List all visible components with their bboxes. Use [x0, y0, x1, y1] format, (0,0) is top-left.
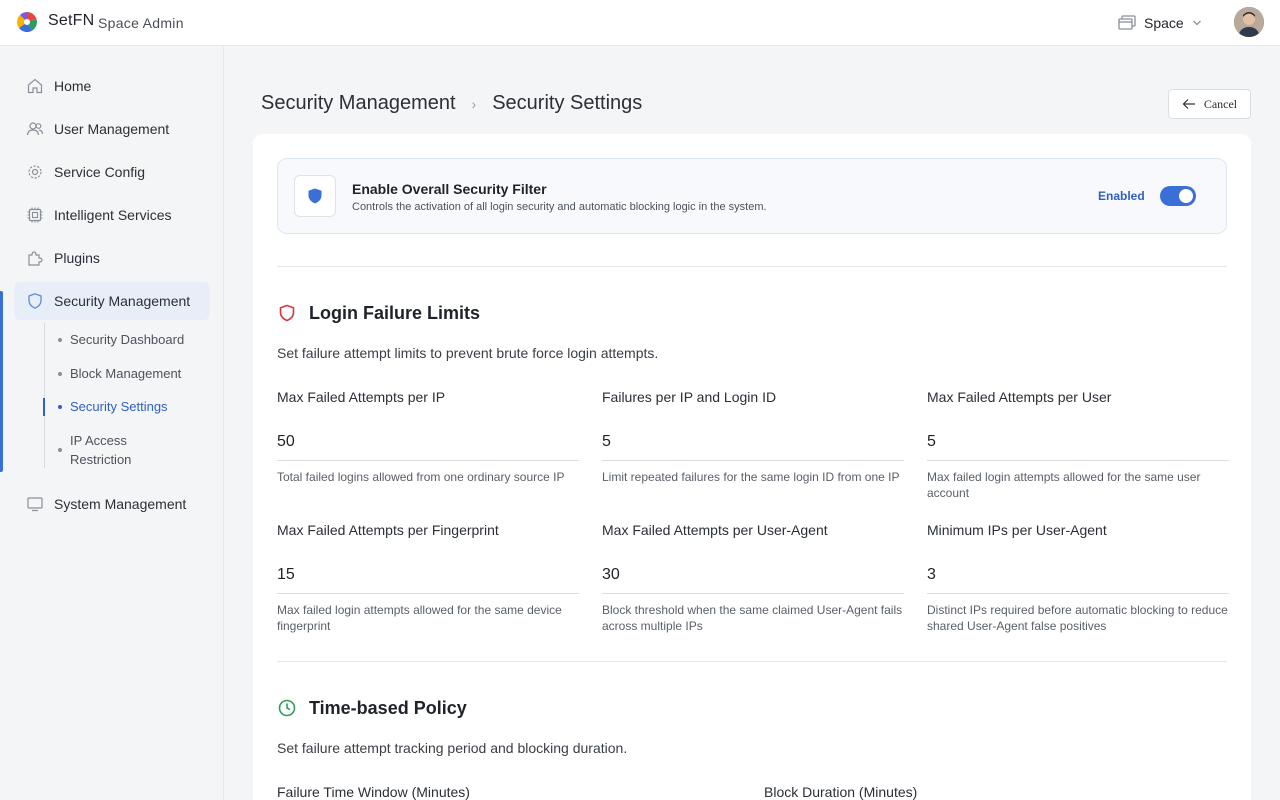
submenu-item-security-settings[interactable]: Security Settings [58, 397, 168, 416]
sidebar-item-system-management[interactable]: System Management [14, 485, 210, 523]
home-icon [27, 78, 43, 94]
setfn-logo-icon[interactable] [16, 11, 38, 33]
users-icon [26, 122, 44, 136]
max-failed-per-user-agent-input[interactable] [602, 556, 904, 594]
field-label: Block Duration (Minutes) [764, 784, 918, 800]
submenu-active-marker [43, 398, 45, 416]
field-label: Minimum IPs per User-Agent [927, 522, 1107, 538]
field-help: Max failed login attempts allowed for th… [927, 470, 1201, 500]
space-switcher[interactable]: Space [1118, 12, 1202, 34]
sidebar-item-label: Intelligent Services [54, 207, 172, 223]
section-divider [277, 661, 1227, 662]
clock-icon [278, 699, 296, 717]
shield-outline-icon [279, 304, 295, 322]
min-ips-per-user-agent-input[interactable] [927, 556, 1229, 594]
submenu-guide-line [44, 323, 45, 468]
field-label: Max Failed Attempts per User-Agent [602, 522, 828, 538]
filter-shield-tile [294, 175, 336, 217]
field-help: Distinct IPs required before automatic b… [927, 603, 1228, 633]
login-limits-title: Login Failure Limits [309, 303, 481, 323]
settings-card: Enable Overall Security Filter Controls … [253, 134, 1251, 800]
field-max-failed-per-user: Max Failed Attempts per User Max failed … [927, 387, 1229, 501]
filter-description: Controls the activation of all login sec… [352, 201, 767, 213]
sidebar-item-label: Plugins [54, 250, 100, 266]
sidebar-item-label: System Management [54, 496, 187, 512]
submenu-item-label: Security Settings [70, 399, 168, 414]
gear-icon [28, 165, 42, 179]
field-help: Limit repeated failures for the same log… [602, 470, 900, 484]
sidebar-item-label: Security Management [54, 293, 191, 309]
breadcrumb-parent[interactable]: Security Management [261, 92, 456, 115]
section-divider [277, 266, 1227, 267]
arrow-left-icon [1182, 99, 1195, 109]
field-max-failed-per-fingerprint: Max Failed Attempts per Fingerprint Max … [277, 520, 579, 634]
max-failed-per-ip-input[interactable] [277, 423, 579, 461]
sidebar-item-label: User Management [54, 121, 170, 137]
filter-status-label: Enabled [1098, 189, 1145, 203]
sidebar-item-plugins[interactable]: Plugins [14, 239, 210, 277]
bullet-dot [58, 372, 62, 376]
field-label: Max Failed Attempts per Fingerprint [277, 522, 499, 538]
time-policy-title: Time-based Policy [309, 698, 467, 718]
bullet-dot [58, 448, 62, 452]
field-help: Total failed logins allowed from one ord… [277, 470, 565, 484]
sidebar-item-label: Home [54, 78, 92, 94]
top-bar: SetFN Space Admin Space [0, 0, 1280, 46]
submenu-item-block-management[interactable]: Block Management [58, 364, 181, 383]
shield-filled-icon [308, 188, 322, 204]
active-section-indicator [0, 291, 3, 472]
sidebar-item-home[interactable]: Home [14, 67, 210, 105]
field-max-failed-per-ip: Max Failed Attempts per IP Total failed … [277, 387, 579, 485]
field-help: Max failed login attempts allowed for th… [277, 603, 562, 633]
cancel-button[interactable]: Cancel [1168, 89, 1251, 119]
user-avatar[interactable] [1234, 7, 1264, 37]
submenu-item-ip-access-restriction[interactable]: IP Access Restriction [58, 431, 158, 469]
sidebar-item-label: Service Config [54, 164, 146, 180]
toggle-knob [1179, 189, 1193, 203]
monitor-icon [27, 497, 43, 512]
breadcrumb-chevron-icon: › [471, 95, 477, 112]
submenu-item-label: Block Management [70, 366, 182, 381]
submenu-item-security-dashboard[interactable]: Security Dashboard [58, 330, 184, 349]
avatar-portrait-icon [1234, 7, 1264, 37]
window-stack-icon [1118, 15, 1136, 30]
sidebar-item-intelligent-services[interactable]: Intelligent Services [14, 196, 210, 234]
field-failure-time-window: Failure Time Window (Minutes) [277, 782, 737, 800]
security-filter-panel: Enable Overall Security Filter Controls … [277, 158, 1227, 234]
brand-name: SetFN [48, 12, 95, 29]
sidebar-item-security-management[interactable]: Security Management [14, 282, 210, 320]
max-failed-per-user-input[interactable] [927, 423, 1229, 461]
breadcrumb-current: Security Settings [492, 92, 643, 114]
failures-per-ip-login-id-input[interactable] [602, 423, 904, 461]
field-failures-per-ip-login-id: Failures per IP and Login ID Limit repea… [602, 387, 904, 485]
submenu-item-label: IP Access Restriction [70, 433, 132, 467]
brand-subtitle: Space Admin [98, 15, 184, 31]
breadcrumb: Security Management › Security Settings [261, 92, 642, 115]
puzzle-icon [28, 251, 43, 266]
sidebar-item-user-management[interactable]: User Management [14, 110, 210, 148]
max-failed-per-fingerprint-input[interactable] [277, 556, 579, 594]
time-policy-description: Set failure attempt tracking period and … [277, 740, 628, 756]
chip-icon [27, 207, 43, 223]
security-filter-toggle[interactable] [1160, 186, 1196, 206]
bullet-dot [58, 338, 62, 342]
sidebar: Home User Management Service Config Inte… [0, 46, 224, 800]
chevron-down-icon [1192, 20, 1201, 26]
cancel-label: Cancel [1203, 96, 1238, 111]
bullet-dot [58, 405, 62, 409]
submenu-item-label: Security Dashboard [70, 332, 185, 347]
login-limits-description: Set failure attempt limits to prevent br… [277, 345, 659, 361]
field-label: Max Failed Attempts per User [927, 389, 1112, 405]
space-label: Space [1144, 15, 1184, 31]
field-min-ips-per-user-agent: Minimum IPs per User-Agent Distinct IPs … [927, 520, 1229, 634]
field-label: Failure Time Window (Minutes) [277, 784, 470, 800]
field-block-duration: Block Duration (Minutes) [764, 782, 1224, 800]
filter-title: Enable Overall Security Filter [352, 181, 547, 197]
field-label: Failures per IP and Login ID [602, 389, 777, 405]
field-help: Block threshold when the same claimed Us… [602, 603, 903, 633]
field-label: Max Failed Attempts per IP [277, 389, 446, 405]
field-max-failed-per-user-agent: Max Failed Attempts per User-Agent Block… [602, 520, 904, 634]
shield-icon [28, 293, 42, 309]
sidebar-item-service-config[interactable]: Service Config [14, 153, 210, 191]
